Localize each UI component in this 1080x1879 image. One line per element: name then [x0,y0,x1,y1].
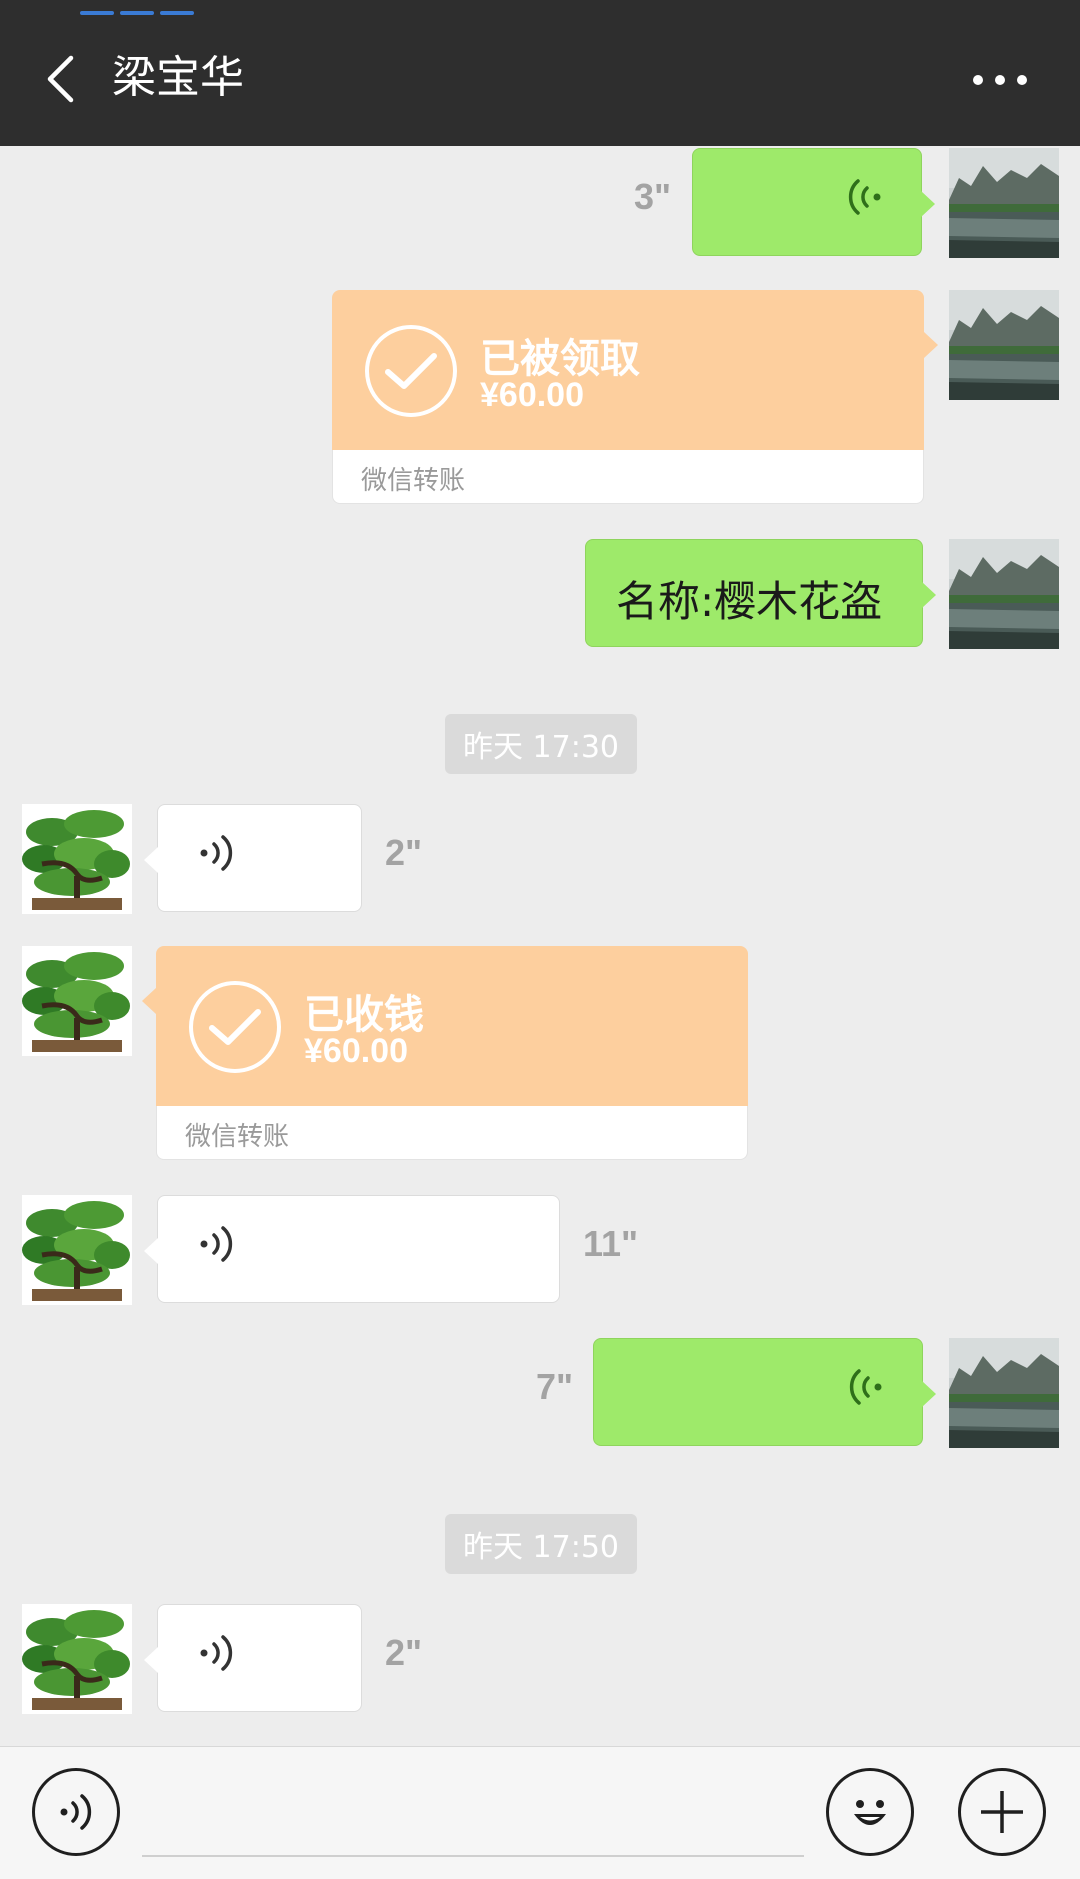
voice-wave-icon [200,1226,233,1262]
text-bubble[interactable]: 名称:樱木花盗 [585,539,936,647]
voice-bubble[interactable] [144,1195,560,1303]
emoji-button[interactable] [826,1768,914,1856]
avatar-self[interactable] [949,1338,1059,1448]
timestamp: 昨天 17:50 [445,1514,637,1574]
transfer-card[interactable]: 已被领取 ¥60.00 微信转账 [332,290,938,504]
voice-duration: 11" [583,1223,639,1264]
transfer-card[interactable]: 已收钱 ¥60.00 微信转账 [142,946,748,1160]
avatar-self[interactable] [949,290,1059,400]
landscape-avatar-image [949,290,1059,400]
emoji-icon [854,1800,886,1825]
chat-title: 梁宝华 [112,52,244,103]
avatar-self[interactable] [949,539,1059,649]
voice-wave-icon [200,1635,233,1671]
voice-duration: 2" [385,832,423,873]
avatar-self[interactable] [949,148,1059,258]
landscape-avatar-image [949,539,1059,649]
plus-icon [981,1791,1023,1833]
chevron-left-icon [47,55,74,103]
bonsai-avatar-image [22,1195,132,1305]
bonsai-avatar-image [22,804,132,914]
message-input[interactable] [142,1777,804,1853]
avatar-other[interactable] [22,946,132,1056]
title-bar: 梁宝华 [0,0,1080,146]
voice-input-button[interactable] [32,1768,120,1856]
landscape-avatar-image [949,1338,1059,1448]
voice-input-icon [60,1794,92,1830]
bonsai-avatar-image [22,1604,132,1714]
more-dots-icon [973,75,1027,85]
voice-duration: 3" [634,176,672,217]
voice-bubble[interactable] [593,1338,936,1446]
voice-duration: 7" [536,1366,574,1407]
voice-wave-icon [848,179,881,215]
avatar-other[interactable] [22,1195,132,1305]
check-circle-icon [189,981,281,1073]
input-underline [142,1855,804,1857]
voice-bubble[interactable] [692,148,935,256]
input-bar [0,1746,1080,1879]
voice-wave-icon [849,1369,882,1405]
voice-bubble[interactable] [144,804,362,912]
check-circle-icon [365,325,457,417]
transfer-amount: ¥60.00 [304,1032,408,1070]
avatar-other[interactable] [22,804,132,914]
transfer-label: 微信转账 [185,1122,290,1152]
bonsai-avatar-image [22,946,132,1056]
landscape-avatar-image [949,148,1059,258]
timestamp: 昨天 17:30 [445,714,637,774]
more-functions-button[interactable] [958,1768,1046,1856]
more-options-button[interactable] [960,60,1040,100]
status-bar-remnant [80,0,210,15]
voice-wave-icon [200,835,233,871]
voice-bubble[interactable] [144,1604,362,1712]
back-button[interactable] [30,44,90,114]
transfer-amount: ¥60.00 [480,376,584,414]
message-text: 名称:樱木花盗 [616,577,883,626]
voice-duration: 2" [385,1632,423,1673]
transfer-label: 微信转账 [361,466,466,496]
avatar-other[interactable] [22,1604,132,1714]
